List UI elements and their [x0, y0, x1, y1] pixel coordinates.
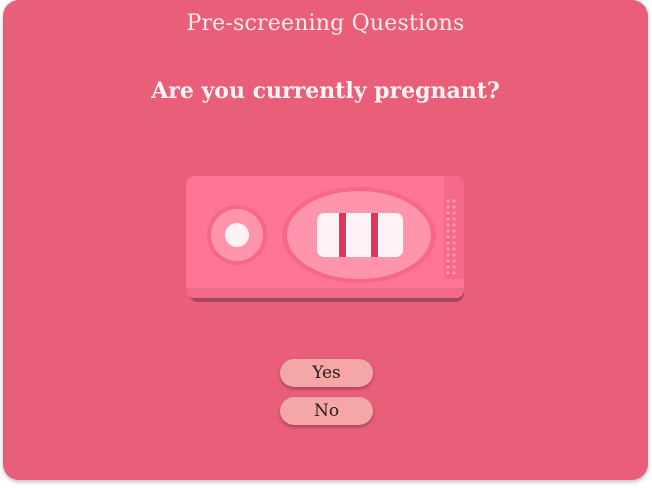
question-text: Are you currently pregnant? — [151, 78, 500, 104]
pregnancy-test-illustration — [186, 176, 464, 302]
page-title: Pre-screening Questions — [186, 11, 465, 36]
prescreening-card: Pre-screening Questions Are you currentl… — [3, 0, 648, 480]
yes-button[interactable]: Yes — [280, 359, 373, 387]
pregnancy-test-icon — [186, 176, 464, 302]
no-button[interactable]: No — [280, 397, 373, 425]
